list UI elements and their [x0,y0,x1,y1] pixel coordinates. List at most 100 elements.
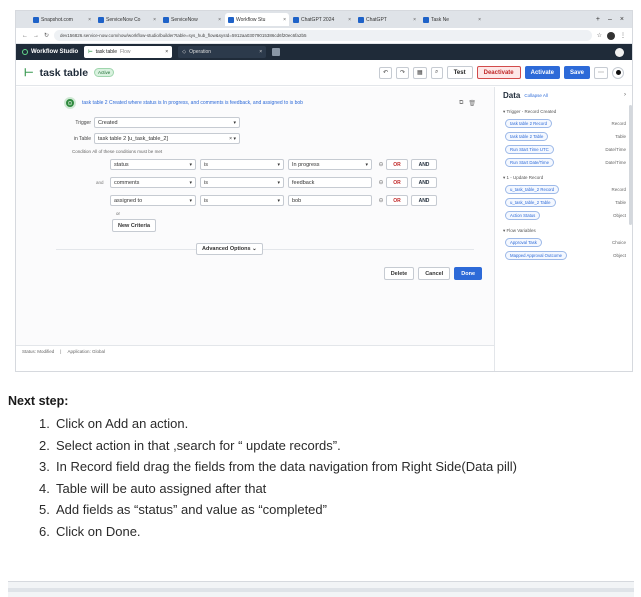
profile-avatar-icon[interactable] [607,31,615,40]
or-button[interactable]: OR [386,159,408,170]
data-pill[interactable]: u_task_table_2 Record [505,185,560,194]
close-icon[interactable]: × [348,17,351,23]
condition-field-select[interactable]: status ▾ [110,159,196,170]
more-options-button[interactable]: ⋯ [594,66,608,79]
condition-operator-select[interactable]: is ▾ [200,159,284,170]
page-title: task table [39,66,89,79]
more-menu-icon[interactable]: ⋮ [620,32,626,39]
data-pill[interactable]: Run Start Date/Time [505,158,555,167]
bookmark-star-icon[interactable]: ☆ [597,32,602,39]
close-icon[interactable]: × [165,49,168,55]
remove-condition-icon[interactable]: ⊖ [376,197,386,204]
close-icon[interactable]: × [413,17,416,23]
step-item: 6. Click on Done. [39,523,141,539]
or-button[interactable]: OR [386,177,408,188]
data-pill[interactable]: task table 2 Table [505,132,549,141]
tab-favicon-icon [33,16,39,23]
data-pill-row: u_task_table_2 Table Table [495,196,632,209]
chevron-right-icon[interactable]: › [624,92,626,98]
reload-icon[interactable]: ↻ [44,32,49,39]
advanced-options-button[interactable]: Advanced Options ⌄ [196,243,263,255]
remove-condition-icon[interactable]: ⊖ [376,179,386,186]
clear-icon[interactable]: × ▾ [229,136,236,142]
url-field[interactable]: dev156826.service-now.com/now/workflow-s… [54,30,592,41]
data-pill[interactable]: task table 2 Record [505,119,553,128]
undo-button[interactable]: ↶ [378,66,392,79]
data-pill[interactable]: u_task_table_2 Table [505,198,556,207]
or-button[interactable]: OR [386,195,408,206]
new-criteria-button[interactable]: New Criteria [112,219,157,232]
condition-field-select[interactable]: comments ▾ [110,177,196,188]
forward-icon[interactable]: → [33,33,39,39]
data-pill[interactable]: Approval Task [505,238,542,247]
data-pill[interactable]: Action Status [505,211,541,220]
chevron-down-icon: ⌄ [252,246,257,252]
data-pane-scrollbar[interactable] [629,105,632,225]
close-icon[interactable]: × [259,49,262,55]
remove-condition-icon[interactable]: ⊖ [376,161,386,168]
workflow-studio-screenshot: Snapshot.com × ServiceNow Co × ServiceNow ×… [15,10,633,372]
condition-field-select[interactable]: assigned to ▾ [110,195,196,206]
app-tab-operation[interactable]: ◇ Operation × [178,46,267,58]
chevron-down-icon: ▾ [189,161,192,168]
browser-tab[interactable]: ChatGPT 2024 × [290,13,354,26]
back-icon[interactable]: ← [22,33,28,39]
close-icon[interactable]: × [478,17,481,23]
and-button[interactable]: AND [411,159,437,170]
browser-tab-active[interactable]: Workflow Stu × [225,13,289,26]
condition-hint: Condition All of these conditions must b… [72,149,163,154]
close-icon[interactable]: × [153,17,156,23]
new-tab-icon[interactable]: + [596,16,600,23]
activate-button[interactable]: Activate [524,66,560,79]
browser-tab[interactable]: ChatGPT × [355,13,419,26]
delete-button[interactable]: Delete [383,267,415,280]
close-window-icon[interactable]: × [620,16,624,23]
copy-icon[interactable]: ⧉ [459,100,463,107]
close-icon[interactable]: × [218,17,221,23]
view-toggle-button[interactable]: ▦ [413,66,427,79]
collapse-all-link[interactable]: Collapse All [524,93,548,98]
data-section-header[interactable]: ▾ Trigger - Record Created [495,107,632,117]
data-pill[interactable]: Mapped Approval Outcome [505,251,568,260]
zoom-button[interactable]: ⌕ [430,66,443,79]
condition-operator-select[interactable]: is ▾ [200,195,284,206]
redo-icon: ↷ [400,70,406,76]
browser-tab[interactable]: Task Ne × [420,13,484,26]
chevron-down-icon: ▾ [365,161,368,168]
user-avatar[interactable] [615,47,624,57]
app-tab-task-table[interactable]: ⊢ task table Flow × [84,46,173,58]
data-pill-row: Run Start Date/Time Date/Time [495,156,632,169]
condition-value-input[interactable]: bob [288,195,372,206]
browser-tab[interactable]: ServiceNow Co × [95,13,159,26]
close-icon[interactable]: × [88,17,91,23]
done-button[interactable]: Done [454,267,482,280]
trigger-type-select[interactable]: Created ▾ [94,117,240,128]
workflow-studio-logo[interactable]: Workflow Studio [22,49,78,55]
condition-value-select[interactable]: In progress ▾ [288,159,372,170]
tab-favicon-icon [293,16,299,23]
app-header: Workflow Studio ⊢ task table Flow × ◇ Op… [16,44,632,60]
trigger-editor: ⊙ task table 2 Created where status is I… [16,87,494,357]
cancel-button[interactable]: Cancel [418,267,451,280]
help-button[interactable] [612,66,624,79]
and-button[interactable]: AND [411,195,437,206]
add-tab-icon[interactable] [272,48,281,56]
test-button[interactable]: Test [446,66,473,79]
browser-tab[interactable]: ServiceNow × [160,13,224,26]
and-button[interactable]: AND [411,177,437,188]
data-section-header[interactable]: ▾ Flow Variables [495,226,632,236]
redo-button[interactable]: ↷ [396,66,410,79]
condition-operator-select[interactable]: is ▾ [200,177,284,188]
minimize-icon[interactable]: – [608,16,612,23]
deactivate-button[interactable]: Deactivate [476,66,521,79]
chevron-down-icon: ▾ [233,119,236,126]
close-icon[interactable]: × [283,17,286,23]
trigger-summary[interactable]: ⊙ task table 2 Created where status is I… [64,95,476,111]
delete-icon[interactable]: 🗑 [468,100,476,107]
data-pill[interactable]: Run Start Time UTC [505,145,554,154]
condition-value-input[interactable]: feedback [288,177,372,188]
data-section-header[interactable]: ▾ 1 - Update Record [495,173,632,183]
save-button[interactable]: Save [563,66,590,79]
browser-tab[interactable]: Snapshot.com × [30,13,94,26]
table-select[interactable]: task table 2 [u_task_table_2] × ▾ [94,133,240,144]
